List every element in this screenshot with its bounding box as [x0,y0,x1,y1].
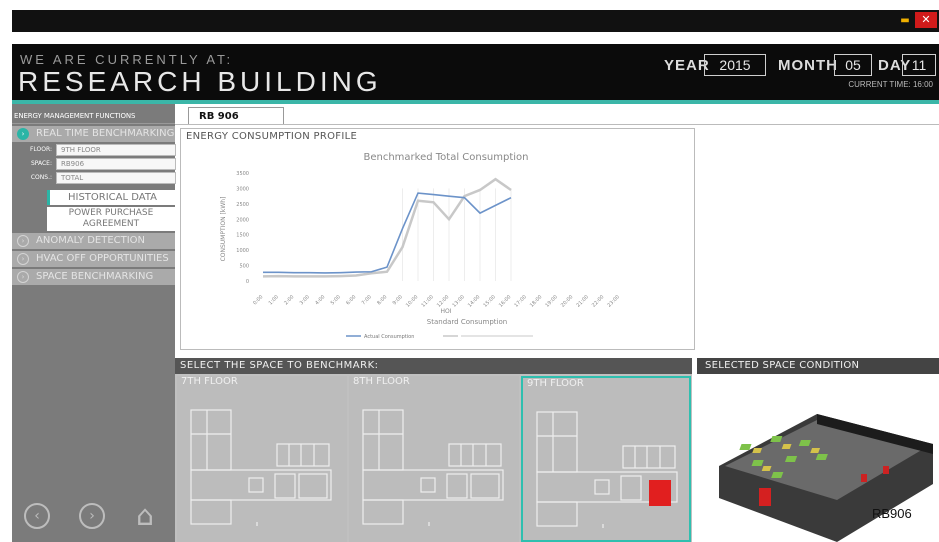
floorplan-icon [536,411,678,528]
historical-data-button[interactable]: HISTORICAL DATA [47,190,175,205]
toolbar-strip [12,32,939,44]
sidebar-item-label: REAL TIME BENCHMARKING [36,128,175,139]
x-tick-label: 7:00 [361,294,373,306]
tab-rb906[interactable]: RB 906 [188,107,284,125]
floor-card-7th[interactable]: 7TH FLOOR [177,376,347,542]
chevron-right-icon: › [17,128,29,140]
condition-heading: SELECTED SPACE CONDITION [697,358,939,374]
close-button[interactable]: ✕ [915,12,937,28]
year-label: YEAR [664,57,710,74]
location-name: RESEARCH BUILDING [18,66,382,97]
benchmark-heading: SELECT THE SPACE TO BENCHMARK: [175,358,692,374]
energy-chart-panel: ENERGY CONSUMPTION PROFILE Benchmarked T… [180,128,695,350]
current-time: CURRENT TIME: 16:00 [848,80,933,89]
x-tick-label: 1:00 [268,294,280,306]
x-tick-label: 2:00 [283,294,295,306]
tab-underline [175,124,939,125]
series-line-actual [263,192,512,274]
y-tick-label: 3500 [236,171,249,177]
chevron-right-icon: › [17,271,29,283]
y-tick-label: 1000 [236,248,249,254]
y-tick-label: 500 [239,264,249,270]
x-tick-label: 21:00 [575,294,589,308]
x-tick-label: 17:00 [513,294,527,308]
room-label: RB906 [872,506,912,521]
x-tick-label: 11:00 [420,294,434,308]
y-tick-label: 3000 [236,186,249,192]
x-tick-label: 20:00 [560,294,574,308]
chart-annotation: Standard Consumption [427,318,507,326]
selected-space-highlight [649,480,671,506]
minimize-button[interactable]: ▬ [899,15,911,27]
space-field[interactable]: RB906 [56,158,176,170]
x-tick-label: 13:00 [451,294,465,308]
x-tick-label: 10:00 [405,294,419,308]
chevron-right-icon: › [17,253,29,265]
y-tick-label: 2500 [236,202,249,208]
x-tick-label: 6:00 [345,294,357,306]
x-tick-label: 16:00 [498,294,512,308]
x-tick-label: 0:00 [252,294,264,306]
x-tick-label: 19:00 [544,294,558,308]
floor-card-9th[interactable]: 9TH FLOOR [521,376,691,542]
x-tick-label: 15:00 [482,294,496,308]
power-purchase-agreement-button[interactable]: POWER PURCHASE AGREEMENT [47,207,175,231]
consumption-chart: Benchmarked Total Consumption CONSUMPTIO… [220,152,621,340]
x-tick-label: 18:00 [529,294,543,308]
consumption-label: CONS.: [30,174,52,181]
floor-label: FLOOR: [29,146,52,153]
y-tick-label: 0 [246,279,249,285]
x-tick-label: 9:00 [392,294,404,306]
benchmark-space-panel: SELECT THE SPACE TO BENCHMARK: 7TH FLOOR… [175,358,692,542]
forward-button[interactable]: › [79,503,105,529]
sidebar: ENERGY MANAGEMENT FUNCTIONS › REAL TIME … [12,104,176,542]
sidebar-item-space-benchmarking[interactable]: › SPACE BENCHMARKING [12,269,175,285]
x-tick-label: 23:00 [606,294,620,308]
home-button[interactable]: ⌂ [132,502,158,530]
y-tick-label: 1500 [236,233,249,239]
month-field[interactable]: 05 [834,54,872,76]
day-field[interactable]: 11 [902,54,936,76]
space-label: SPACE: [30,160,52,167]
sidebar-item-label: SPACE BENCHMARKING [36,271,154,282]
sidebar-title: ENERGY MANAGEMENT FUNCTIONS [12,109,175,124]
y-axis-label: CONSUMPTION [kWh] [220,197,227,262]
month-label: MONTH [778,57,838,74]
x-tick-label: 14:00 [467,294,481,308]
x-tick-label: 3:00 [299,294,311,306]
sidebar-item-label: HVAC OFF OPPORTUNITIES [36,253,169,264]
sidebar-item-anomaly-detection[interactable]: › ANOMALY DETECTION [12,233,175,249]
consumption-field[interactable]: TOTAL [56,172,176,184]
floorplan-icon [190,409,332,526]
chart-title: Benchmarked Total Consumption [363,152,528,163]
sidebar-item-real-time-benchmarking[interactable]: › REAL TIME BENCHMARKING [12,126,175,142]
legend-label-actual: Actual Consumption [364,334,414,340]
x-tick-label: 8:00 [376,294,388,306]
floor-field[interactable]: 9TH FLOOR [56,144,176,156]
x-tick-label: 22:00 [591,294,605,308]
chevron-right-icon: › [17,235,29,247]
sidebar-item-hvac-off-opportunities[interactable]: › HVAC OFF OPPORTUNITIES [12,251,175,267]
floor-card-8th[interactable]: 8TH FLOOR [349,376,519,542]
floorplan-icon [362,409,504,526]
location-header: WE ARE CURRENTLY AT: RESEARCH BUILDING Y… [12,44,939,100]
x-axis-label: HOI [440,308,451,315]
title-bar: ▬ ✕ [12,10,939,32]
series-line-standard [262,177,512,278]
sidebar-item-label: ANOMALY DETECTION [36,235,146,246]
x-tick-label: 4:00 [314,294,326,306]
year-field[interactable]: 2015 [704,54,766,76]
y-tick-label: 2000 [236,217,249,223]
location-label: WE ARE CURRENTLY AT: [20,52,234,67]
back-button[interactable]: ‹ [24,503,50,529]
x-tick-label: 12:00 [436,294,450,308]
right-blank-pane [697,128,939,356]
x-tick-label: 5:00 [330,294,342,306]
